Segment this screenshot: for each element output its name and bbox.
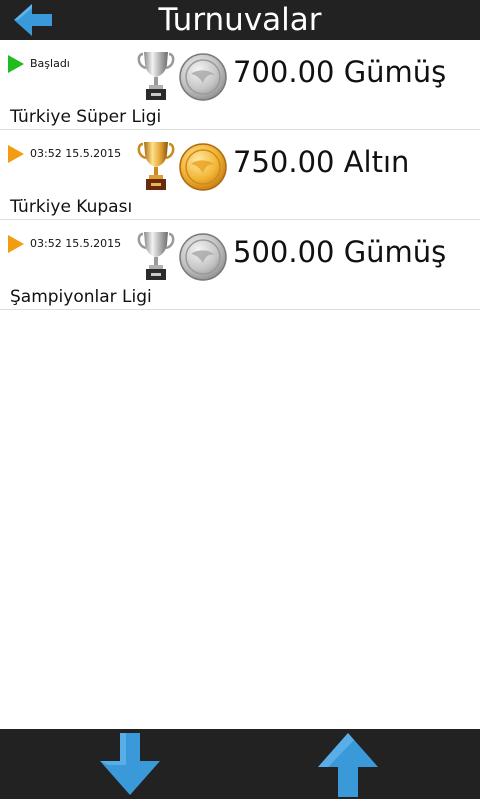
prize-amount: 500.00 Gümüş [233, 235, 447, 269]
tournament-name: Şampiyonlar Ligi [10, 287, 152, 307]
tournament-status: Başladı [30, 57, 70, 70]
tournament-row[interactable]: Başladı 700.00 Gümüş Türkiye Süper Ligi [0, 40, 480, 130]
prize-amount: 700.00 Gümüş [233, 55, 447, 89]
silver-trophy-icon [137, 232, 175, 280]
title-bar: Turnuvalar [0, 0, 480, 40]
bottom-bar [0, 729, 480, 799]
down-arrow-icon [100, 733, 160, 795]
up-arrow-icon [318, 733, 378, 797]
silver-coin-icon [179, 233, 227, 281]
play-status-icon [8, 55, 24, 73]
tournament-status: 03:52 15.5.2015 [30, 237, 122, 250]
scroll-down-button[interactable] [96, 731, 164, 799]
tournament-name: Türkiye Kupası [10, 197, 133, 217]
gold-coin-icon [179, 143, 227, 191]
tournament-row[interactable]: 03:52 15.5.2015 750.00 Altın Türkiye Kup… [0, 130, 480, 220]
tournament-name: Türkiye Süper Ligi [10, 107, 162, 127]
tournament-list: Başladı 700.00 Gümüş Türkiye Süper Ligi … [0, 40, 480, 310]
silver-coin-icon [179, 53, 227, 101]
play-status-icon [8, 235, 24, 253]
tournament-status: 03:52 15.5.2015 [30, 147, 122, 160]
silver-trophy-icon [137, 52, 175, 100]
gold-trophy-icon [137, 142, 175, 190]
tournament-row[interactable]: 03:52 15.5.2015 500.00 Gümüş Şampiyonlar… [0, 220, 480, 310]
page-title: Turnuvalar [158, 2, 322, 38]
play-status-icon [8, 145, 24, 163]
prize-amount: 750.00 Altın [233, 145, 410, 179]
scroll-up-button[interactable] [314, 731, 382, 799]
